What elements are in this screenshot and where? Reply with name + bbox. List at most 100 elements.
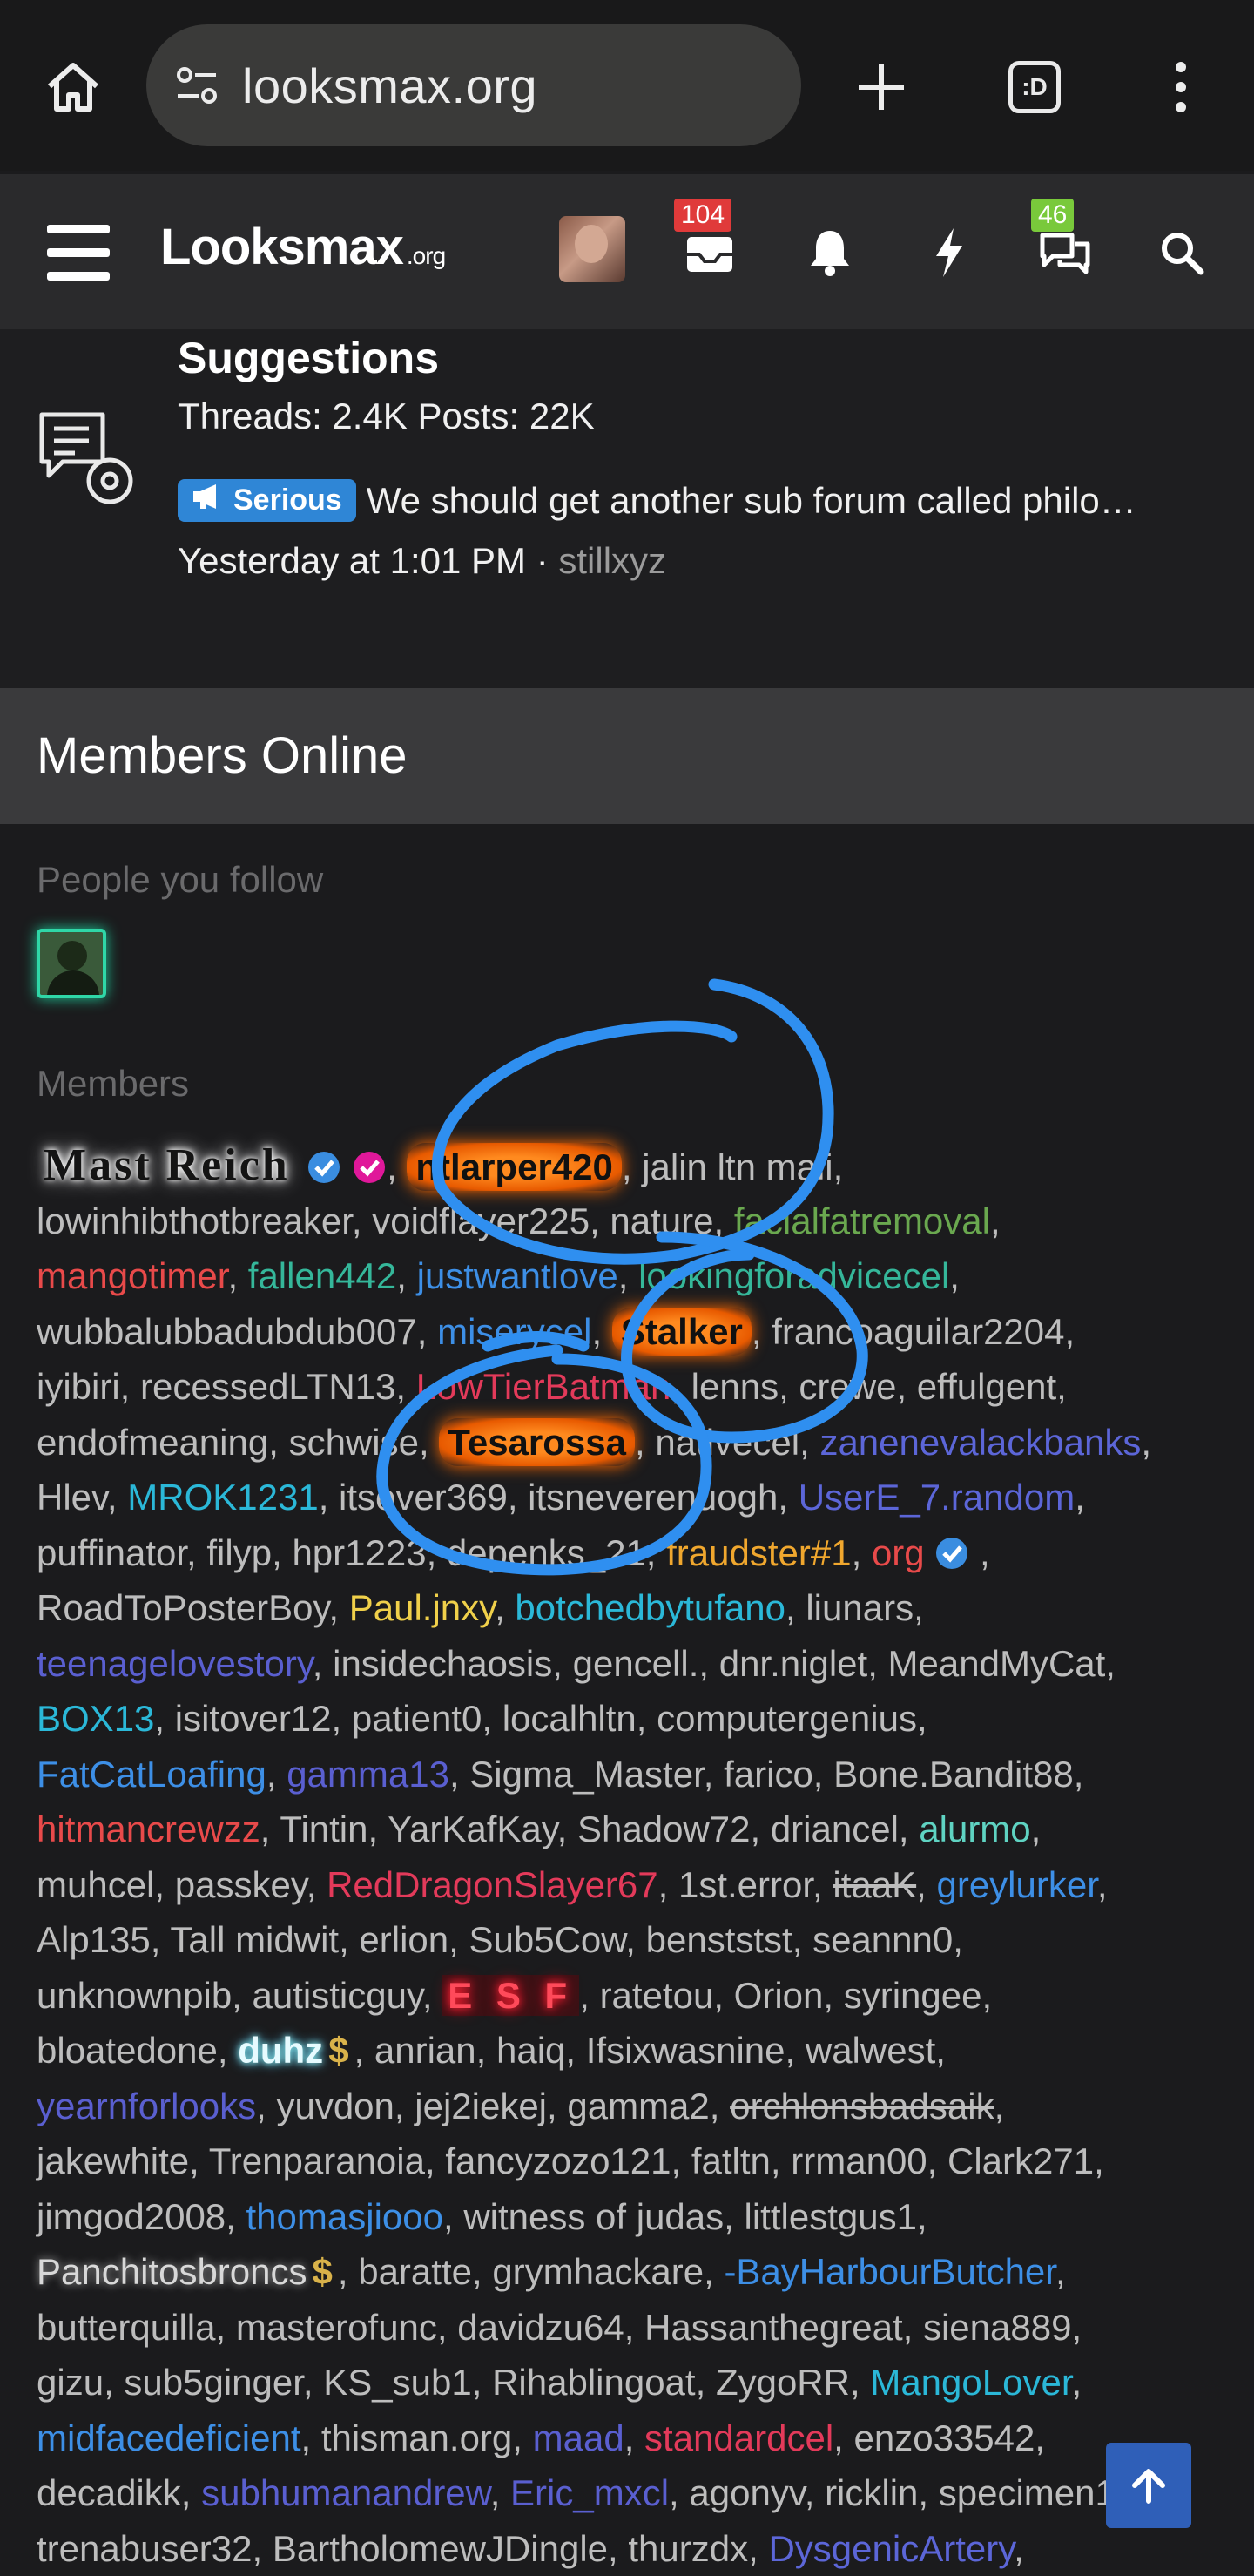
avatar[interactable] [559,216,625,282]
member-link[interactable]: yearnforlooks [37,2086,256,2126]
latest-thread-title[interactable]: We should get another sub forum called p… [367,480,1136,522]
member-link[interactable]: facialfatremoval [734,1200,990,1241]
member-link[interactable]: fraudster#1 [666,1532,851,1573]
member-link[interactable]: fallen442 [248,1255,396,1296]
member-link[interactable]: seannn0 [812,1919,953,1960]
member-link[interactable]: E S F [442,1974,580,2016]
member-link[interactable]: ntlarper420 [407,1143,622,1191]
member-link[interactable]: MeandMyCat [888,1643,1106,1684]
bell-icon[interactable] [796,220,864,286]
member-link[interactable]: duhz [238,2030,323,2071]
member-link[interactable]: botchedbytufano [515,1587,785,1628]
member-link[interactable]: Sigma_Master [469,1754,703,1795]
member-link[interactable]: crewe [799,1366,896,1407]
member-link[interactable]: Bone.Bandit88 [833,1754,1074,1795]
member-link[interactable]: gamma2 [567,2086,709,2126]
node-title[interactable]: Suggestions [178,333,439,383]
member-link[interactable]: schwise [289,1422,419,1463]
tune-icon[interactable] [172,61,221,110]
member-link[interactable]: rrman00 [791,2140,927,2181]
member-link[interactable]: yuvdon [276,2086,394,2126]
followed-user-avatar[interactable] [37,929,106,998]
member-link[interactable]: Ifsixwasnine [586,2030,785,2071]
member-link[interactable]: Tintin [280,1809,367,1849]
site-logo[interactable]: Looksmax .org [160,218,446,276]
member-link[interactable]: filyp [206,1532,272,1573]
member-link[interactable]: Stalker [611,1307,752,1356]
member-link[interactable]: patient0 [352,1698,482,1739]
member-link[interactable]: Orion [734,1975,824,2016]
member-link[interactable]: Hassanthegreat [644,2307,903,2348]
member-link[interactable]: jimgod2008 [37,2196,226,2237]
member-link[interactable]: walwest [806,2030,935,2071]
member-link[interactable]: gencell. [573,1643,699,1684]
member-link[interactable]: DysgenicArtery [768,2528,1014,2569]
member-link[interactable]: siena889 [923,2307,1071,2348]
member-link[interactable]: Rihablingoat [492,2362,696,2403]
member-link[interactable]: Tesarossa [439,1417,635,1466]
member-link[interactable]: voidflayer225 [372,1200,590,1241]
member-link[interactable]: ZygoRR [716,2362,850,2403]
member-link[interactable]: LowTierBatman [416,1366,671,1407]
member-link[interactable]: MangoLover [870,2362,1071,2403]
member-link[interactable]: haiq [496,2030,565,2071]
member-link[interactable]: erlion [359,1919,448,1960]
member-link[interactable]: baratte [358,2251,472,2292]
member-link[interactable]: thomasjiooo [246,2196,443,2237]
member-link[interactable]: org [872,1532,925,1573]
member-link[interactable]: standardcel [644,2417,833,2458]
member-link[interactable]: Trenparanoia [209,2140,425,2181]
member-link[interactable]: francoaguilar2204 [772,1311,1064,1352]
member-link[interactable]: Clark271 [947,2140,1094,2181]
member-link[interactable]: KS_sub1 [323,2362,471,2403]
member-link[interactable]: littlestgus1 [745,2196,917,2237]
member-link[interactable]: bloatedone [37,2030,218,2071]
member-link[interactable]: endofmeaning [37,1422,268,1463]
member-link[interactable]: lowinhibthotbreaker [37,1200,352,1241]
tabs-icon[interactable]: :D [1000,54,1069,120]
menu-icon[interactable] [47,225,110,281]
member-link[interactable]: -BayHarbourButcher [724,2251,1055,2292]
member-link[interactable]: anrian [374,2030,476,2071]
bolt-icon[interactable] [914,220,982,286]
member-link[interactable]: muhcel [37,1864,154,1905]
member-link[interactable]: fatltn [691,2140,771,2181]
member-link[interactable]: decadikk [37,2472,181,2513]
member-link[interactable]: hitmancrewzz [37,1809,260,1849]
member-link[interactable]: mangotimer [37,1255,227,1296]
member-link[interactable]: lookingforadvicecel [638,1255,949,1296]
member-link[interactable]: nature [610,1200,713,1241]
member-link[interactable]: puffinator [37,1532,186,1573]
member-link[interactable]: itsneverenuogh [528,1477,778,1518]
member-link[interactable]: agonyv [689,2472,804,2513]
member-link[interactable]: passkey [175,1864,307,1905]
member-link[interactable]: MROK1231 [127,1477,318,1518]
more-vert-icon[interactable] [1155,51,1207,124]
member-link[interactable]: jalin ltn mali [642,1146,833,1187]
member-link[interactable]: BartholomewJDingle [273,2528,608,2569]
member-link[interactable]: justwantlove [417,1255,618,1296]
member-link[interactable]: thisman.org [321,2417,512,2458]
member-link[interactable]: Paul.jnxy [349,1587,495,1628]
member-link[interactable]: Shadow72 [577,1809,751,1849]
member-link[interactable]: FatCatLoafing [37,1754,266,1795]
member-link[interactable]: YarKafKay [388,1809,557,1849]
member-link[interactable]: dnr.niglet [719,1643,867,1684]
member-link[interactable]: UserE_7.random [799,1477,1075,1518]
member-link[interactable]: syringee [844,1975,982,2016]
member-link[interactable]: sub5ginger [124,2362,303,2403]
member-link[interactable]: orchlonsbadsaik [730,2086,994,2126]
member-link[interactable]: RedDragonSlayer67 [327,1864,658,1905]
member-link[interactable]: gamma13 [287,1754,449,1795]
member-link[interactable]: effulgent [917,1366,1056,1407]
member-link[interactable]: Hlev [37,1477,107,1518]
member-link[interactable]: nativecel [655,1422,799,1463]
member-link[interactable]: lenns [691,1366,779,1407]
member-link[interactable]: autisticguy [253,1975,422,2016]
latest-thread[interactable]: Serious We should get another sub forum … [178,479,1223,522]
member-link[interactable]: alurmo [919,1809,1030,1849]
member-link[interactable]: jej2iekej [415,2086,547,2126]
member-link[interactable]: isitover12 [175,1698,332,1739]
member-link[interactable]: enzo33542 [854,2417,1035,2458]
scroll-to-top-button[interactable] [1106,2443,1191,2528]
